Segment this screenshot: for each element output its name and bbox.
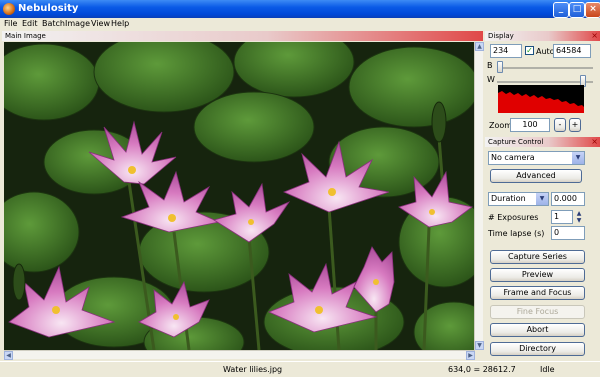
maximize-button[interactable]: □ (569, 2, 585, 18)
zoom-label: Zoom (489, 121, 513, 130)
camera-select[interactable]: No camera ▼ (488, 151, 585, 165)
scroll-up-icon[interactable]: ▲ (475, 42, 484, 51)
directory-button[interactable]: Directory (490, 342, 585, 356)
black-level-field[interactable]: 234 (490, 44, 522, 58)
timelapse-field[interactable]: 0 (551, 226, 585, 240)
capture-series-button[interactable]: Capture Series (490, 250, 585, 264)
main-image-title: Main Image (5, 32, 46, 40)
zoom-in-button[interactable]: + (569, 118, 581, 132)
menu-help[interactable]: Help (111, 19, 129, 28)
duration-select-value: Duration (491, 194, 526, 203)
histogram-graph (498, 91, 584, 113)
menu-file[interactable]: File (4, 19, 17, 28)
timelapse-label: Time lapse (s) (488, 229, 545, 238)
zoom-out-button[interactable]: - (554, 118, 566, 132)
image-horizontal-scrollbar[interactable]: ◀ ▶ (4, 350, 475, 360)
histogram (498, 85, 584, 113)
scroll-left-icon[interactable]: ◀ (4, 351, 13, 360)
menu-image[interactable]: Image (65, 19, 90, 28)
auto-label: Auto (536, 47, 555, 56)
menu-edit[interactable]: Edit (22, 19, 38, 28)
frame-and-focus-button[interactable]: Frame and Focus (490, 286, 585, 300)
black-slider-label: B (487, 61, 493, 70)
right-panel: Display × 234 ✓ Auto 64584 B W Zoom 100 … (485, 30, 600, 361)
status-state: Idle (540, 365, 555, 374)
scroll-right-icon[interactable]: ▶ (466, 351, 475, 360)
white-slider-track[interactable] (497, 81, 593, 83)
duration-field[interactable]: 0.000 (551, 192, 585, 206)
minimize-button[interactable]: _ (553, 2, 569, 18)
display-header: Display × (485, 31, 600, 41)
status-coords: 634,0 = 28612.7 (448, 365, 516, 374)
status-filename: Water lilies.jpg (223, 365, 283, 374)
auto-checkbox[interactable]: ✓ (525, 46, 534, 55)
capture-control-title: Capture Control (488, 138, 544, 146)
fine-focus-button[interactable]: Fine Focus (490, 305, 585, 319)
preview-button[interactable]: Preview (490, 268, 585, 282)
status-bar: Water lilies.jpg 634,0 = 28612.7 Idle (0, 361, 600, 377)
menu-view[interactable]: View (91, 19, 110, 28)
scroll-down-icon[interactable]: ▼ (475, 341, 484, 350)
app-icon (3, 3, 15, 15)
display-close-icon[interactable]: × (591, 31, 598, 41)
white-level-field[interactable]: 64584 (553, 44, 591, 58)
menu-bar: File Edit Batch Image View Help (0, 18, 600, 30)
camera-select-value: No camera (491, 153, 535, 162)
exposures-stepper[interactable]: ▲ ▼ (575, 210, 583, 224)
main-image-header: Main Image (2, 31, 483, 41)
close-button[interactable]: × (585, 2, 600, 18)
black-slider-thumb[interactable] (497, 61, 503, 73)
title-bar: Nebulosity _ □ × (0, 0, 600, 18)
advanced-button[interactable]: Advanced (490, 169, 582, 183)
capture-close-icon[interactable]: × (591, 137, 598, 147)
chevron-down-icon[interactable]: ▼ (536, 193, 548, 205)
black-slider-track[interactable] (497, 67, 593, 69)
main-image-canvas[interactable] (4, 42, 475, 350)
menu-batch[interactable]: Batch (42, 19, 65, 28)
abort-button[interactable]: Abort (490, 323, 585, 337)
exposures-field[interactable]: 1 (551, 210, 573, 224)
zoom-field[interactable]: 100 (510, 118, 550, 132)
duration-select[interactable]: Duration ▼ (488, 192, 549, 206)
chevron-down-icon[interactable]: ▼ (572, 152, 584, 164)
white-slider-label: W (487, 75, 495, 84)
display-title: Display (488, 32, 514, 40)
water-lilies-photo (4, 42, 475, 350)
exposures-label: # Exposures (488, 213, 539, 222)
window-title: Nebulosity (18, 3, 79, 14)
capture-control-header: Capture Control × (485, 137, 600, 147)
image-vertical-scrollbar[interactable]: ▲ ▼ (474, 42, 484, 350)
